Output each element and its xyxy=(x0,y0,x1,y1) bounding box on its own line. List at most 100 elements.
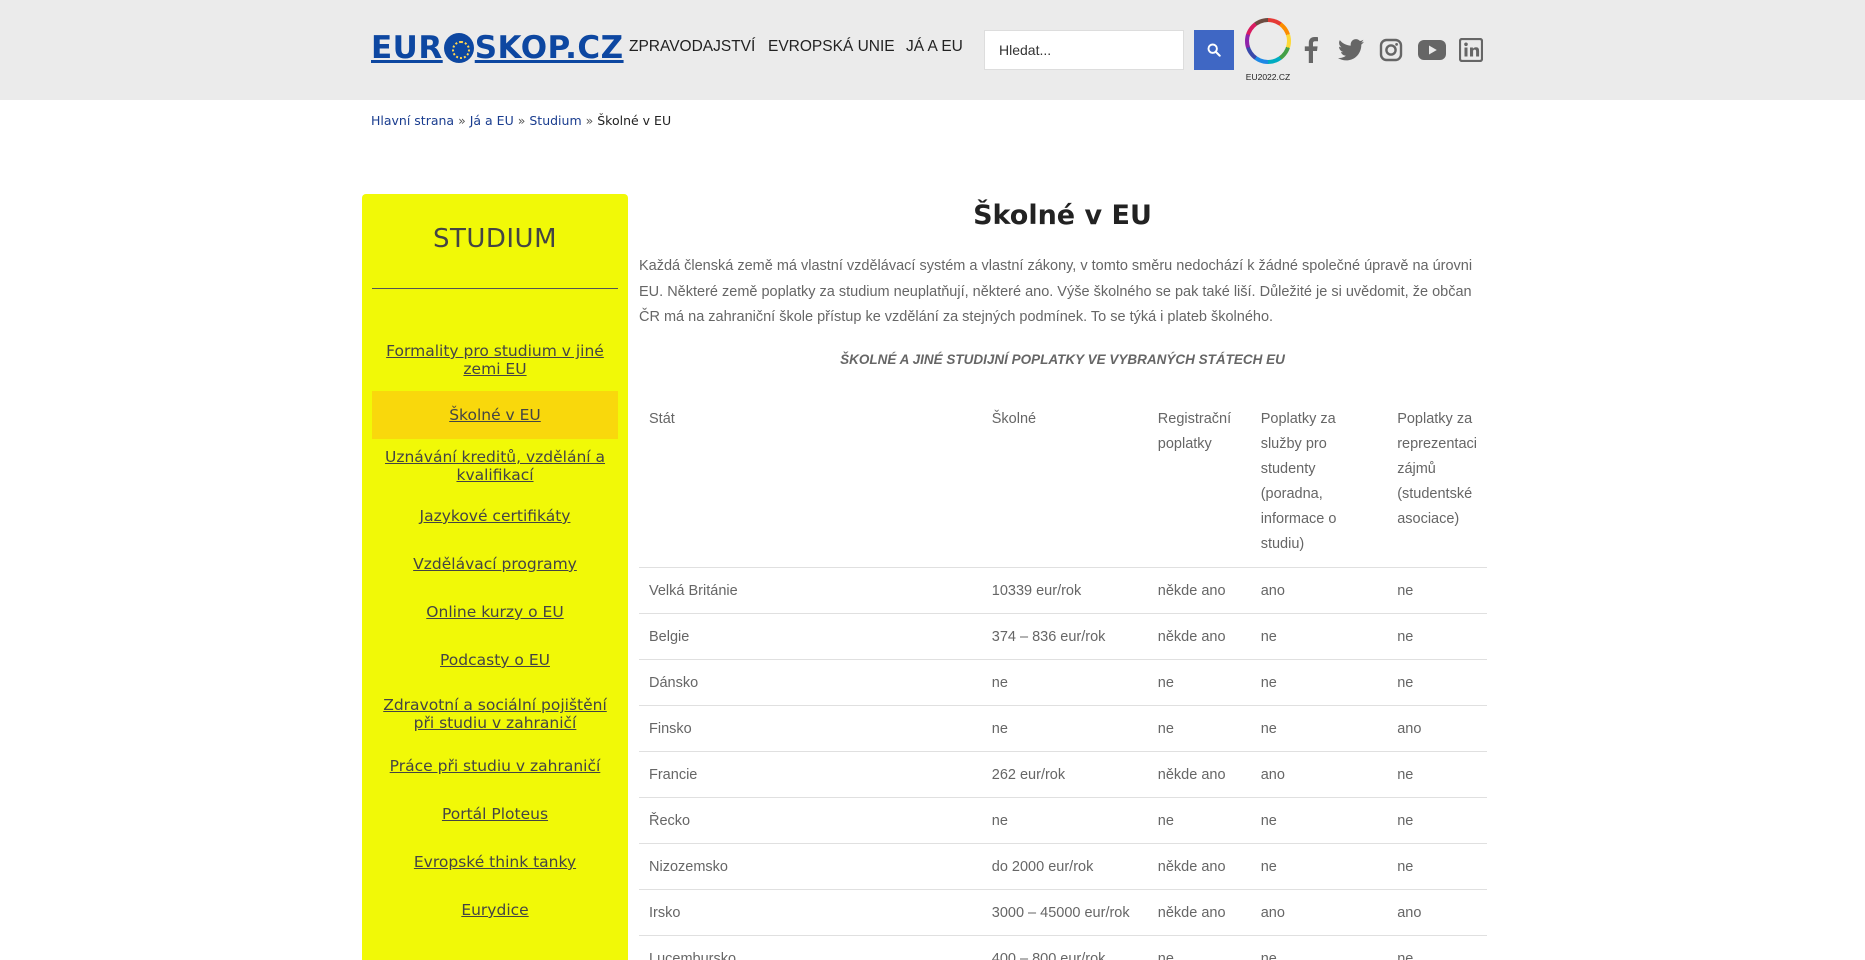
cell-skolne: ne xyxy=(981,797,1148,844)
breadcrumb-current: Školné v EU xyxy=(597,113,672,128)
cell-registracni: někde ano xyxy=(1147,751,1251,798)
table-row: Dánsko ne ne ne ne xyxy=(639,659,1487,706)
sidebar-item-vzdelavaci-programy[interactable]: Vzdělávací programy xyxy=(372,544,618,584)
cell-skolne: 3000 – 45000 eur/rok xyxy=(981,889,1148,936)
linkedin-link[interactable] xyxy=(1457,36,1485,64)
sidebar-item-formality[interactable]: Formality pro studium v jiné zemi EU xyxy=(372,336,618,384)
table-body: Velká Británie 10339 eur/rok někde ano a… xyxy=(639,567,1487,960)
sidebar-item-prace-pri-studiu[interactable]: Práce při studiu v zahraničí xyxy=(372,746,618,786)
logo-text-end: SKOP.CZ xyxy=(474,30,624,66)
search-input[interactable] xyxy=(984,30,1184,70)
table-row: Velká Británie 10339 eur/rok někde ano a… xyxy=(639,567,1487,614)
cell-registracni: ne xyxy=(1147,797,1251,844)
cell-skolne: ne xyxy=(981,659,1148,706)
cell-sluzby: ano xyxy=(1250,751,1388,798)
cell-registracni: ne xyxy=(1147,659,1251,706)
sidebar-item-online-kurzy[interactable]: Online kurzy o EU xyxy=(372,592,618,632)
cell-skolne: 10339 eur/rok xyxy=(981,567,1148,614)
breadcrumb-ja-a-eu[interactable]: Já a EU xyxy=(470,113,514,128)
cell-registracni: ne xyxy=(1147,705,1251,752)
table-row: Irsko 3000 – 45000 eur/rok někde ano ano… xyxy=(639,889,1487,936)
cell-reprezentace: ne xyxy=(1387,659,1487,706)
cell-registracni: ne xyxy=(1147,935,1251,960)
cell-reprezentace: ne xyxy=(1387,751,1487,798)
sidebar-item-eurydice[interactable]: Eurydice xyxy=(372,890,618,930)
sidebar-item-zdravotni-pojisteni[interactable]: Zdravotní a sociální pojištění při studi… xyxy=(372,690,618,738)
cell-stat: Irsko xyxy=(639,889,982,936)
sidebar-divider xyxy=(372,288,618,289)
cell-stat: Finsko xyxy=(639,705,982,752)
cell-skolne: do 2000 eur/rok xyxy=(981,843,1148,890)
sidebar-title: STUDIUM xyxy=(432,224,558,254)
breadcrumb-separator: » xyxy=(585,113,594,128)
cell-registracni: někde ano xyxy=(1147,567,1251,614)
sidebar-item-skolne-v-eu[interactable]: Školné v EU xyxy=(372,391,618,439)
nav-evropska-unie[interactable]: EVROPSKÁ UNIE xyxy=(768,38,895,56)
header-skolne: Školné xyxy=(981,395,1148,568)
facebook-link[interactable] xyxy=(1297,36,1325,64)
search-button[interactable] xyxy=(1194,30,1234,70)
cell-stat: Velká Británie xyxy=(639,567,982,614)
cell-stat: Belgie xyxy=(639,613,982,660)
cell-sluzby: ne xyxy=(1250,659,1388,706)
cell-reprezentace: ano xyxy=(1387,889,1487,936)
cell-sluzby: ne xyxy=(1250,797,1388,844)
header-registracni-poplatky: Registrační poplatky xyxy=(1147,395,1251,568)
cell-skolne: 400 – 800 eur/rok xyxy=(981,935,1148,960)
youtube-link[interactable] xyxy=(1417,36,1447,64)
sidebar: STUDIUM Formality pro studium v jiné zem… xyxy=(362,194,628,960)
sidebar-item-think-tanky[interactable]: Evropské think tanky xyxy=(372,842,618,882)
cell-registracni: někde ano xyxy=(1147,889,1251,936)
eu2022-ring-icon xyxy=(1245,18,1291,64)
cell-sluzby: ne xyxy=(1250,935,1388,960)
breadcrumb-separator: » xyxy=(458,113,466,128)
nav-ja-a-eu[interactable]: JÁ A EU xyxy=(906,38,963,56)
cell-sluzby: ano xyxy=(1250,567,1388,614)
sidebar-item-portal-ploteus[interactable]: Portál Ploteus xyxy=(372,794,618,834)
cell-reprezentace: ne xyxy=(1387,843,1487,890)
cell-skolne: 374 – 836 eur/rok xyxy=(981,613,1148,660)
youtube-icon xyxy=(1418,40,1446,60)
eu2022-label: EU2022.CZ xyxy=(1245,72,1291,82)
cell-reprezentace: ano xyxy=(1387,705,1487,752)
nav-zpravodajstvi[interactable]: ZPRAVODAJSTVÍ xyxy=(629,38,755,56)
table-row: Finsko ne ne ne ano xyxy=(639,705,1487,752)
site-logo[interactable]: EUR SKOP.CZ xyxy=(371,30,624,66)
breadcrumb-studium[interactable]: Studium xyxy=(529,113,581,128)
cell-stat: Nizozemsko xyxy=(639,843,982,890)
sidebar-item-uznavani-kreditu[interactable]: Uznávání kreditů, vzdělání a kvalifikací xyxy=(372,442,618,490)
cell-reprezentace: ne xyxy=(1387,567,1487,614)
logo-text-start: EUR xyxy=(371,30,443,66)
sidebar-item-podcasty[interactable]: Podcasty o EU xyxy=(372,640,618,680)
breadcrumb-separator: » xyxy=(517,113,526,128)
header-poplatky-reprezentace: Poplatky za reprezentaci zájmů (students… xyxy=(1387,395,1487,568)
cell-sluzby: ne xyxy=(1250,705,1388,752)
table-row: Řecko ne ne ne ne xyxy=(639,797,1487,844)
cell-stat: Řecko xyxy=(639,797,982,844)
intro-paragraph: Každá členská země má vlastní vzdělávací… xyxy=(639,258,1473,325)
header-poplatky-sluzby: Poplatky za služby pro studenty (poradna… xyxy=(1250,395,1388,568)
cell-sluzby: ne xyxy=(1250,843,1388,890)
page-title: Školné v EU xyxy=(973,200,1152,231)
breadcrumb: Hlavní strana » Já a EU » Studium » Škol… xyxy=(371,113,671,128)
linkedin-icon xyxy=(1459,38,1483,62)
header-stat: Stát xyxy=(639,395,982,568)
table-header-row: Stát Školné Registrační poplatky Poplatk… xyxy=(639,395,1487,568)
table-row: Belgie 374 – 836 eur/rok někde ano ne ne xyxy=(639,613,1487,660)
search-icon xyxy=(1207,43,1221,57)
instagram-link[interactable] xyxy=(1377,36,1405,64)
twitter-link[interactable] xyxy=(1337,36,1365,64)
instagram-icon xyxy=(1379,38,1403,62)
cell-sluzby: ano xyxy=(1250,889,1388,936)
cell-stat: Francie xyxy=(639,751,982,798)
table-row: Lucembursko 400 – 800 eur/rok ne ne ne xyxy=(639,935,1487,960)
logo-globe-icon xyxy=(443,33,474,63)
breadcrumb-home[interactable]: Hlavní strana xyxy=(371,113,454,128)
table-row: Francie 262 eur/rok někde ano ano ne xyxy=(639,751,1487,798)
cell-stat: Lucembursko xyxy=(639,935,982,960)
sidebar-item-jazykove-certifikaty[interactable]: Jazykové certifikáty xyxy=(372,496,618,536)
facebook-icon xyxy=(1304,37,1318,63)
eu2022-presidency-logo[interactable]: EU2022.CZ xyxy=(1243,18,1293,84)
site-header: EUR SKOP.CZ ZPRAVODAJSTVÍ EVROPSKÁ UNIE J… xyxy=(0,0,1865,100)
cell-skolne: 262 eur/rok xyxy=(981,751,1148,798)
